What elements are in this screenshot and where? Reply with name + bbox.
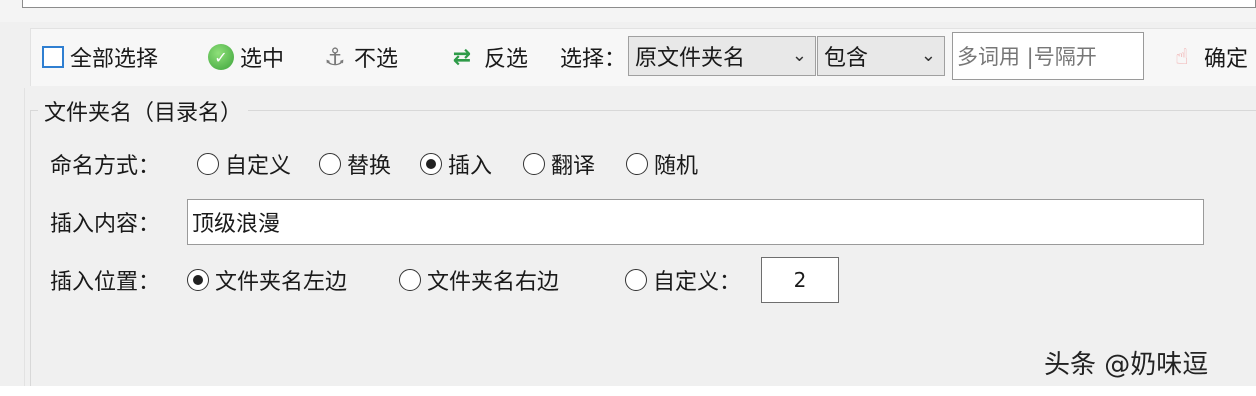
pointing-hand-icon: ☝ xyxy=(1175,44,1189,70)
bottom-strip xyxy=(0,386,1256,396)
mode-radio-random[interactable]: 随机 xyxy=(626,148,698,180)
check-circle-icon: ✓ xyxy=(208,44,234,70)
previous-panel-edge xyxy=(22,0,1256,8)
custom-position-input[interactable]: 2 xyxy=(761,257,839,303)
naming-mode-label: 命名方式： xyxy=(50,154,161,179)
radio-circle-icon[interactable] xyxy=(197,153,219,175)
position-radio-right[interactable]: 文件夹名右边 xyxy=(399,264,559,296)
position-label: 自定义： xyxy=(653,270,742,295)
anchor-icon: ⚓ xyxy=(324,43,346,71)
filter-field-select[interactable]: 原文件夹名 ⌄ xyxy=(628,36,816,76)
mode-label: 自定义 xyxy=(225,154,292,179)
mode-label: 随机 xyxy=(654,154,699,179)
filter-keyword-input[interactable]: 多词用 |号隔开 xyxy=(952,32,1144,80)
select-all-checkbox[interactable]: 全部选择 xyxy=(42,38,158,76)
position-radio-custom[interactable]: 自定义： xyxy=(625,264,741,296)
confirm-label: 确定 xyxy=(1204,47,1249,72)
radio-circle-icon[interactable] xyxy=(523,153,545,175)
watermark: 头条 @奶味逗 xyxy=(1044,350,1209,380)
position-label: 文件夹名左边 xyxy=(215,270,348,295)
radio-circle-icon[interactable] xyxy=(626,153,648,175)
group-title: 文件夹名（目录名） xyxy=(38,96,249,126)
select-label: 选中 xyxy=(240,47,285,72)
confirm-button[interactable]: ☝ 确定 xyxy=(1166,38,1248,76)
select-all-label: 全部选择 xyxy=(70,47,159,72)
mode-label: 插入 xyxy=(448,154,493,179)
invert-label: 反选 xyxy=(484,47,529,72)
radio-selected-icon[interactable] xyxy=(420,153,442,175)
custom-position-value: 2 xyxy=(793,268,807,292)
deselect-label: 不选 xyxy=(354,47,399,72)
filter-mode-value: 包含 xyxy=(824,46,869,71)
invert-button[interactable]: ⇄ 反选 xyxy=(446,38,528,76)
insert-content-label: 插入内容： xyxy=(50,212,161,237)
insert-content-value: 顶级浪漫 xyxy=(192,212,281,237)
insert-position-label: 插入位置： xyxy=(50,270,161,295)
radio-circle-icon[interactable] xyxy=(625,269,647,291)
mode-label: 翻译 xyxy=(551,154,596,179)
filter-field-value: 原文件夹名 xyxy=(635,46,746,71)
mode-radio-insert[interactable]: 插入 xyxy=(420,148,492,180)
position-radio-left[interactable]: 文件夹名左边 xyxy=(187,264,347,296)
deselect-button[interactable]: ⚓ 不选 xyxy=(322,38,398,76)
checkbox-icon[interactable] xyxy=(42,46,64,68)
mode-label: 替换 xyxy=(347,154,392,179)
position-label: 文件夹名右边 xyxy=(427,270,560,295)
radio-circle-icon[interactable] xyxy=(399,269,421,291)
shuffle-icon: ⇄ xyxy=(452,44,472,70)
filter-label: 选择： xyxy=(560,47,627,72)
select-button[interactable]: ✓ 选中 xyxy=(208,38,284,76)
mode-radio-replace[interactable]: 替换 xyxy=(319,148,391,180)
radio-circle-icon[interactable] xyxy=(319,153,341,175)
filter-keyword-placeholder: 多词用 |号隔开 xyxy=(957,45,1097,69)
chevron-down-icon[interactable]: ⌄ xyxy=(792,45,807,66)
mode-radio-translate[interactable]: 翻译 xyxy=(523,148,595,180)
filter-mode-select[interactable]: 包含 ⌄ xyxy=(817,36,945,76)
radio-selected-icon[interactable] xyxy=(187,269,209,291)
mode-radio-custom[interactable]: 自定义 xyxy=(197,148,291,180)
insert-content-input[interactable]: 顶级浪漫 xyxy=(187,199,1204,245)
chevron-down-icon[interactable]: ⌄ xyxy=(921,45,936,66)
